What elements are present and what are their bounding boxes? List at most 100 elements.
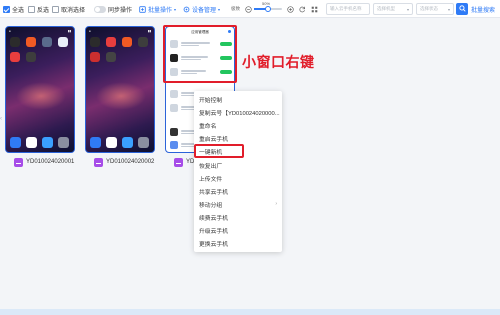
sync-operation-label: 同步操作 xyxy=(108,7,133,14)
search-input[interactable]: 输入云手机名称 xyxy=(326,3,370,15)
highlight-box-menu-item xyxy=(194,144,244,158)
cancel-select-checkbox[interactable] xyxy=(52,5,59,13)
app-icon xyxy=(58,37,68,47)
chrome-icon xyxy=(26,137,37,148)
chevron-down-icon: ▾ xyxy=(406,7,409,12)
select-all-label: 全选 xyxy=(12,7,25,14)
taskbar xyxy=(0,309,500,315)
zoom-in-icon[interactable] xyxy=(286,5,294,13)
status-select-placeholder: 选择状态 xyxy=(420,6,438,11)
phone-type-icon xyxy=(14,157,23,167)
phone-type-icon xyxy=(94,157,103,167)
zoom-value: 50% xyxy=(262,1,271,6)
menu-item-label: 重启云手机 xyxy=(199,137,228,144)
menu-item-label: 升级云手机 xyxy=(199,228,228,235)
quality-label: 极致 xyxy=(231,6,240,11)
invert-select-label: 反选 xyxy=(37,7,50,14)
batch-operation-label: 批量操作 xyxy=(148,7,173,14)
phone-app-icon xyxy=(90,137,101,148)
menu-item-label: 上传文件 xyxy=(199,176,223,183)
phone-app-grid xyxy=(10,37,70,62)
batch-search-link[interactable]: 批量搜索 xyxy=(471,5,495,14)
menu-item-label: 复制云号【YD010024020000... xyxy=(199,111,280,118)
phone-status-bar: ● ▮▮ xyxy=(89,29,151,33)
device-management-label: 设备管理 xyxy=(192,7,217,14)
menu-item-share[interactable]: 共享云手机 xyxy=(194,185,282,198)
invert-select[interactable]: 反选 xyxy=(28,4,49,14)
chevron-down-icon: ▾ xyxy=(174,6,177,12)
batch-operation-icon xyxy=(138,5,146,13)
phone-app-icon xyxy=(10,137,21,148)
phone-label-2: YD010024020002 xyxy=(94,157,154,167)
app-icon xyxy=(26,52,36,62)
status-select[interactable]: 选择状态 ▾ xyxy=(416,3,454,15)
model-select-placeholder: 选择机型 xyxy=(377,6,395,11)
search-button[interactable] xyxy=(456,3,468,15)
highlight-box-phone xyxy=(163,25,237,83)
messages-icon xyxy=(42,137,53,148)
batch-operation-button[interactable]: 批量操作 ▾ xyxy=(138,4,176,14)
menu-item-replace[interactable]: 更换云手机 xyxy=(194,237,282,250)
toolbar: 全选 反选 取消选择 同步操作 批量操作 ▾ 设备管理 ▾ 极致 50% 输入云… xyxy=(0,0,500,18)
phone-card-1[interactable]: ● ▮▮ xyxy=(5,26,75,153)
phone-card-2[interactable]: ● ▮▮ xyxy=(85,26,155,153)
menu-item-renew[interactable]: 续费云手机 xyxy=(194,211,282,224)
menu-item-rename[interactable]: 重命名 xyxy=(194,119,282,132)
chevron-down-icon: ▾ xyxy=(218,6,221,12)
app-icon xyxy=(122,37,132,47)
select-all-checkbox[interactable] xyxy=(3,5,10,13)
sync-toggle[interactable] xyxy=(94,5,106,13)
menu-item-label: 共享云手机 xyxy=(199,189,228,196)
select-all[interactable]: 全选 xyxy=(3,4,24,14)
app-icon xyxy=(106,52,116,62)
phone-name: YD010024020002 xyxy=(106,159,155,165)
phone-name: YD010024020001 xyxy=(26,159,75,165)
app-icon xyxy=(26,37,36,47)
menu-item-start-control[interactable]: 开始控制 xyxy=(194,93,282,106)
menu-item-label: 开始控制 xyxy=(199,98,223,105)
phone-dock xyxy=(10,137,70,148)
menu-item-upload-file[interactable]: 上传文件 xyxy=(194,172,282,185)
menu-item-label: 重命名 xyxy=(199,124,217,131)
phone-status-bar: ● ▮▮ xyxy=(9,29,71,33)
model-select[interactable]: 选择机型 ▾ xyxy=(373,3,413,15)
search-input-placeholder: 输入云手机名称 xyxy=(330,6,362,11)
app-icon xyxy=(10,52,20,62)
chrome-icon xyxy=(106,137,117,148)
sync-refresh-icon[interactable] xyxy=(298,5,306,13)
app-icon xyxy=(90,37,100,47)
camera-icon xyxy=(138,137,149,148)
menu-item-label: 续费云手机 xyxy=(199,215,228,222)
menu-item-factory-reset[interactable]: 恢复出厂 xyxy=(194,158,282,171)
chevron-down-icon: ▾ xyxy=(447,7,450,12)
app-icon xyxy=(42,37,52,47)
device-management-icon xyxy=(182,5,190,13)
app-icon xyxy=(138,37,148,47)
chevron-right-icon: › xyxy=(275,201,277,208)
context-menu: 开始控制 复制云号【YD010024020000... 重命名 重启云手机 一键… xyxy=(194,91,282,252)
menu-item-label: 更换云手机 xyxy=(199,242,228,249)
zoom-slider[interactable] xyxy=(254,6,282,12)
menu-item-label: 恢复出厂 xyxy=(199,163,223,170)
menu-item-label: 移动分组 xyxy=(199,202,223,209)
menu-item-copy-id[interactable]: 复制云号【YD010024020000... xyxy=(194,106,282,119)
zoom-slider-knob[interactable] xyxy=(265,6,271,12)
cancel-select[interactable]: 取消选择 xyxy=(52,4,85,14)
menu-item-move-group[interactable]: 移动分组 › xyxy=(194,198,282,211)
app-icon xyxy=(10,37,20,47)
layout-icon[interactable] xyxy=(310,5,318,13)
invert-select-checkbox[interactable] xyxy=(28,5,35,13)
app-icon xyxy=(90,52,100,62)
zoom-out-icon[interactable] xyxy=(244,5,252,13)
search-icon xyxy=(458,4,466,14)
device-management-button[interactable]: 设备管理 ▾ xyxy=(182,4,220,14)
callout-text: 小窗口右键 xyxy=(242,54,315,70)
phone-dock xyxy=(90,137,150,148)
phone-app-grid xyxy=(90,37,150,62)
sync-operation[interactable]: 同步操作 xyxy=(94,4,132,14)
cancel-select-label: 取消选择 xyxy=(61,7,86,14)
menu-item-upgrade[interactable]: 升级云手机 xyxy=(194,224,282,237)
camera-icon xyxy=(58,137,69,148)
collapse-handle-icon[interactable]: ‹ xyxy=(0,116,3,126)
messages-icon xyxy=(122,137,133,148)
